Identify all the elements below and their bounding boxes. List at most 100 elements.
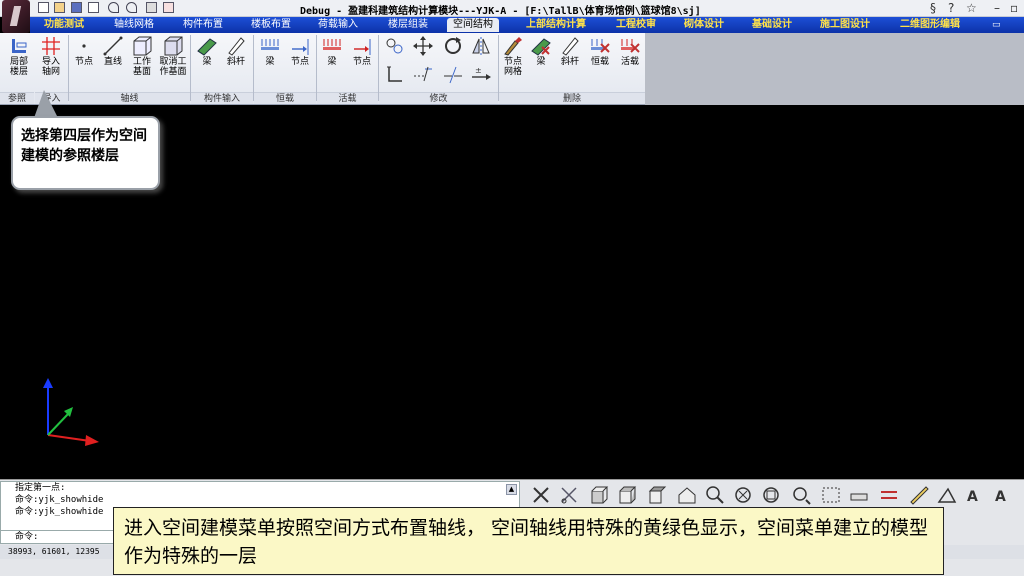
ruler-icon[interactable] [908, 484, 930, 506]
mirror-icon [472, 37, 490, 55]
zoom-in-icon[interactable]: A [964, 484, 986, 506]
tab-superstructure-calc[interactable]: 上部结构计算 [526, 18, 586, 32]
view-front-icon[interactable] [588, 484, 610, 506]
tab-project-review[interactable]: 工程校审 [616, 18, 656, 32]
export-icon[interactable] [163, 2, 174, 13]
group-label-dead-load: 恒载 [254, 92, 316, 104]
extend-icon [414, 66, 432, 82]
tool-live-load-node[interactable]: 节点 [348, 35, 376, 67]
x-axis-arrow [85, 435, 99, 446]
move-icon [413, 36, 433, 56]
tool-label: 梁 [536, 57, 546, 67]
tool-delete-live-load[interactable]: 活载 [616, 35, 644, 67]
tool-beam[interactable]: 梁 [194, 35, 220, 67]
group-label-member-input: 构件输入 [191, 92, 253, 104]
delete-beam-icon [531, 38, 551, 56]
tool-label: 直线 [103, 57, 122, 67]
cut-icon[interactable] [558, 484, 580, 506]
ribbon-menu-icon[interactable]: ▭ [992, 18, 1001, 32]
favorite-icon[interactable]: ☆ [966, 1, 977, 15]
tool-delete-node-grid[interactable]: 节点 网格 [500, 35, 526, 77]
tool-dead-load-node[interactable]: 节点 [286, 35, 314, 67]
tool-label: 梁 [265, 57, 275, 67]
node-icon [82, 44, 86, 48]
tab-load-input[interactable]: 荷载输入 [318, 18, 358, 32]
app-logo [2, 0, 30, 33]
new-file-icon[interactable] [38, 2, 49, 13]
tab-2d-graphics-edit[interactable]: 二维图形编辑 [900, 18, 960, 32]
tooltip-pointer [34, 90, 58, 118]
tool-local-floor[interactable]: 局部 楼层 [4, 35, 34, 77]
view-top-icon[interactable] [646, 484, 668, 506]
zoom-window-icon[interactable] [704, 484, 726, 506]
zoom-previous-icon[interactable] [790, 484, 812, 506]
line-icon [103, 36, 123, 56]
view-side-icon[interactable] [616, 484, 638, 506]
save-icon[interactable] [71, 2, 82, 13]
save-as-icon[interactable] [88, 2, 99, 13]
tool-node[interactable]: 节点 [70, 35, 98, 67]
redo-icon[interactable] [126, 2, 137, 13]
tool-extend[interactable] [410, 63, 436, 85]
tab-member-layout[interactable]: 构件布置 [183, 18, 223, 32]
zoom-extents-icon[interactable] [732, 484, 754, 506]
tool-label: 梁 [202, 57, 212, 67]
dead-load-beam-icon [261, 39, 279, 50]
tool-work-plane[interactable]: 工作 基面 [128, 35, 156, 77]
x-axis-line [47, 434, 91, 442]
tool-mirror[interactable] [468, 35, 494, 57]
tool-delete-dead-load[interactable]: 恒载 [586, 35, 614, 67]
tool-live-load-beam[interactable]: 梁 [318, 35, 346, 67]
zoom-all-icon[interactable] [760, 484, 782, 506]
view-home-icon[interactable] [676, 484, 698, 506]
work-plane-icon [133, 36, 152, 56]
undo-icon[interactable] [108, 2, 119, 13]
tool-offset[interactable] [382, 63, 408, 85]
minimize-icon[interactable]: – [994, 1, 1000, 15]
tool-brace[interactable]: 斜杆 [222, 35, 250, 67]
open-folder-icon[interactable] [54, 2, 65, 13]
help-icon[interactable]: ? [948, 1, 954, 15]
measure-icon[interactable] [878, 484, 900, 506]
svg-text:A: A [967, 489, 978, 505]
print-icon[interactable] [146, 2, 157, 13]
tool-line[interactable]: 直线 [99, 35, 127, 67]
tool-move[interactable] [410, 35, 436, 57]
group-label-reference: 参照 [0, 92, 34, 104]
tab-construction-drawing[interactable]: 施工图设计 [820, 18, 870, 32]
command-scroll-up-icon[interactable]: ▲ [506, 484, 517, 495]
tool-rotate[interactable] [440, 35, 466, 57]
tool-copy[interactable] [382, 35, 408, 57]
tool-delete-brace[interactable]: 斜杆 [556, 35, 584, 67]
tab-masonry-design[interactable]: 砌体设计 [684, 18, 724, 32]
tool-label: 局部 楼层 [9, 57, 28, 77]
tool-stretch[interactable]: ± [468, 63, 494, 85]
tool-cancel-work-plane[interactable]: 取消工 作基面 [157, 35, 189, 77]
stretch-icon: ± [472, 66, 491, 80]
cancel-work-plane-icon [164, 36, 183, 56]
tool-break[interactable] [440, 63, 466, 85]
tool-label: 工作 基面 [132, 57, 151, 77]
menu-bar: 功能测试 轴线网格 构件布置 楼板布置 荷载输入 楼层组装 空间结构 上部结构计… [30, 17, 1024, 33]
tab-axis-grid[interactable]: 轴线网格 [114, 18, 154, 32]
tab-foundation-design[interactable]: 基础设计 [752, 18, 792, 32]
trim-icon[interactable] [530, 484, 552, 506]
tool-delete-beam[interactable]: 梁 [528, 35, 554, 67]
tab-slab-layout[interactable]: 楼板布置 [251, 18, 291, 32]
break-icon [444, 66, 462, 84]
help-search-icon[interactable]: § [930, 1, 936, 15]
tool-label: 梁 [327, 57, 337, 67]
zoom-out-icon[interactable]: A [992, 484, 1014, 506]
tool-dead-load-beam[interactable]: 梁 [256, 35, 284, 67]
tab-floor-assembly[interactable]: 楼层组装 [388, 18, 428, 32]
tab-spatial-structure[interactable]: 空间结构 [447, 18, 499, 32]
delete-live-load-icon [621, 39, 640, 53]
view-toolbar: A A [528, 482, 1024, 510]
tab-function-test[interactable]: 功能测试 [44, 18, 84, 32]
tutorial-caption: 进入空间建模菜单按照空间方式布置轴线， 空间轴线用特殊的黄绿色显示，空间菜单建立… [113, 507, 944, 575]
pan-icon[interactable] [848, 484, 870, 506]
tool-import-grid[interactable]: 导入 轴网 [36, 35, 66, 77]
angle-icon[interactable] [936, 484, 958, 506]
restore-icon[interactable]: ▫ [1010, 1, 1018, 15]
select-window-icon[interactable] [820, 484, 842, 506]
